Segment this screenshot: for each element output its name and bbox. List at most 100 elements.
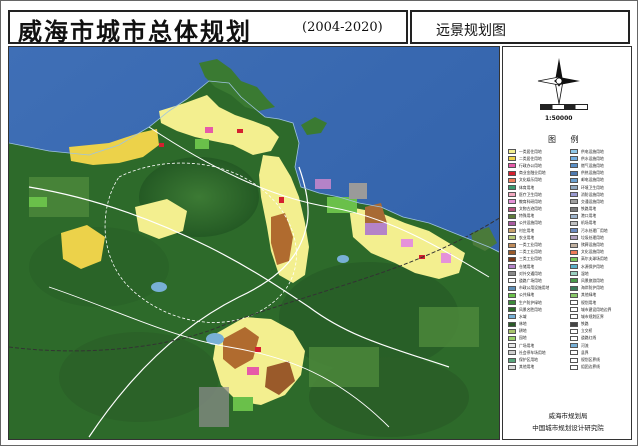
legend-item: 污水处理厂用地	[570, 227, 630, 234]
legend-item: 城市规划区界	[570, 313, 630, 320]
legend-swatch	[570, 343, 578, 349]
legend-item: 垃圾处理用地	[570, 234, 630, 241]
legend-swatch	[508, 278, 516, 284]
legend-label: 村庄用地	[519, 227, 535, 233]
legend-swatch	[570, 220, 578, 226]
legend-label: 供电设施用地	[581, 148, 604, 154]
legend-label: 水源保护用地	[581, 263, 604, 269]
map-canvas[interactable]	[8, 46, 500, 440]
legend-item: 三类工业用地	[508, 256, 568, 263]
legend-item: 消防设施用地	[570, 191, 630, 198]
legend-swatch	[570, 278, 578, 284]
legend-item: 邮电设施用地	[570, 177, 630, 184]
legend-label: 规划区界线	[581, 357, 600, 363]
legend-swatch	[508, 170, 516, 176]
legend-swatch	[570, 149, 578, 155]
legend-swatch	[570, 321, 578, 327]
legend-swatch	[570, 328, 578, 334]
warehouse-port	[315, 179, 331, 189]
legend-item: 城市建设用地边界	[570, 306, 630, 313]
legend-label: 邮电设施用地	[581, 177, 604, 183]
legend-swatch	[570, 213, 578, 219]
legend-swatch	[508, 350, 516, 356]
legend-swatch	[508, 249, 516, 255]
legend-label: 供热设施用地	[581, 170, 604, 176]
legend: 一类居住用地 二类居住用地 行政办公用地 商业金融业用地 文化娱乐用地 体育用地 医疗卫生用…	[508, 148, 630, 370]
legend-label: 教育科研用地	[519, 198, 542, 204]
legend-swatch	[570, 156, 578, 162]
legend-swatch	[508, 192, 516, 198]
legend-swatch	[508, 364, 516, 370]
legend-label: 河流	[581, 342, 589, 348]
legend-item: 规划区界线	[570, 356, 630, 363]
legend-item: 一类工业用地	[508, 241, 568, 248]
legend-item: 供电设施用地	[570, 148, 630, 155]
legend-label: 二类工业用地	[519, 249, 542, 255]
legend-item: 高尔夫球场用地	[570, 256, 630, 263]
legend-swatch	[508, 314, 516, 320]
legend-swatch	[570, 206, 578, 212]
admin-south	[247, 367, 259, 375]
legend-swatch	[570, 185, 578, 191]
legend-label: 医疗卫生用地	[519, 191, 542, 197]
legend-item: 保护区用地	[508, 356, 568, 363]
legend-item: 耕地	[508, 328, 568, 335]
legend-item: 公共设施用地	[508, 220, 568, 227]
legend-item: 农业用地	[508, 234, 568, 241]
legend-item: 教育科研用地	[508, 198, 568, 205]
port-facility	[349, 183, 367, 199]
legend-swatch	[508, 163, 516, 169]
legend-swatch	[570, 256, 578, 262]
legend-item: 规划用地	[570, 299, 630, 306]
legend-swatch	[508, 328, 516, 334]
legend-swatch	[508, 264, 516, 270]
legend-swatch	[570, 228, 578, 234]
legend-swatch	[508, 242, 516, 248]
legend-label: 县界	[581, 349, 589, 355]
legend-swatch	[508, 357, 516, 363]
legend-item: 水域	[508, 313, 568, 320]
legend-item: 环境卫生用地	[570, 184, 630, 191]
legend-swatch	[570, 192, 578, 198]
legend-label: 一类居住用地	[519, 148, 542, 154]
legend-item: 仓储用地	[508, 263, 568, 270]
reservoir-2	[151, 282, 167, 292]
legend-item: 机场用地	[570, 220, 630, 227]
legend-swatch	[508, 185, 516, 191]
legend-label: 风景旅游用地	[581, 277, 604, 283]
legend-item: 市政公用设施用地	[508, 285, 568, 292]
legend-item: 湿地	[570, 270, 630, 277]
legend-swatch	[570, 177, 578, 183]
legend-column-right: 供电设施用地 供水设施用地 燃气设施用地 供热设施用地 邮电设施用地 环境卫生用地 消防设施…	[570, 148, 630, 371]
farmland-2	[309, 347, 379, 387]
legend-label: 社会停车场用地	[519, 349, 546, 355]
legend-swatch	[570, 300, 578, 306]
legend-item: 社会停车场用地	[508, 349, 568, 356]
legend-label: 铁路用地	[581, 206, 597, 212]
legend-label: 文化设施用地	[581, 249, 604, 255]
legend-label: 港口用地	[581, 213, 597, 219]
legend-label: 农业用地	[519, 234, 535, 240]
rail-yard	[199, 387, 229, 427]
legend-swatch	[570, 314, 578, 320]
legend-item: 水源保护用地	[570, 263, 630, 270]
legend-label: 文化娱乐用地	[519, 177, 542, 183]
legend-label: 公共设施用地	[519, 220, 542, 226]
legend-label: 仓储用地	[519, 263, 535, 269]
legend-item: 燃气设施用地	[570, 162, 630, 169]
legend-swatch	[570, 163, 578, 169]
legend-item: 县界	[570, 349, 630, 356]
legend-item: 园地	[508, 335, 568, 342]
legend-label: 机场用地	[581, 220, 597, 226]
legend-item: 风景名胜用地	[508, 306, 568, 313]
legend-swatch	[570, 285, 578, 291]
legend-swatch	[508, 300, 516, 306]
legend-swatch	[570, 249, 578, 255]
legend-item: 交通设施用地	[570, 198, 630, 205]
legend-label: 耕地	[519, 328, 527, 334]
legend-swatch	[508, 321, 516, 327]
park-south	[233, 397, 253, 411]
legend-swatch	[570, 199, 578, 205]
legend-label: 湿地	[581, 270, 589, 276]
legend-item: 公共绿地	[508, 292, 568, 299]
